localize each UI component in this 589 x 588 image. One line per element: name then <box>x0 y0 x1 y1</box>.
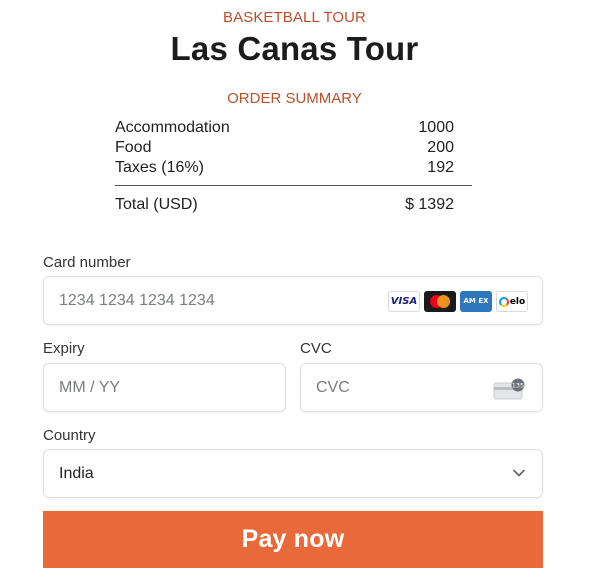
card-number-input[interactable]: 1234 1234 1234 1234 VISA AM EX elo <box>43 276 543 325</box>
pay-now-button[interactable]: Pay now <box>43 511 543 568</box>
expiry-label: Expiry <box>43 340 85 357</box>
cvc-icon-text: 135 <box>512 382 524 390</box>
elo-icon: elo <box>496 291 528 312</box>
expiry-placeholder: MM / YY <box>59 378 121 396</box>
order-summary-heading: ORDER SUMMARY <box>227 90 362 107</box>
mastercard-icon <box>424 291 456 312</box>
card-brands: VISA AM EX elo <box>388 291 528 312</box>
tour-category: BASKETBALL TOUR <box>223 9 366 26</box>
total-label: Total (USD) <box>115 196 198 213</box>
card-number-placeholder: 1234 1234 1234 1234 <box>59 291 215 309</box>
line-item-food: Food 200 <box>115 138 470 158</box>
total-amount: $ 1392 <box>405 196 454 213</box>
cvc-label: CVC <box>300 340 332 357</box>
line-item-label: Food <box>115 139 152 156</box>
line-item-accommodation: Accommodation 1000 <box>115 118 470 138</box>
line-item-taxes: Taxes (16%) 192 <box>115 158 470 178</box>
country-label: Country <box>43 427 96 444</box>
amex-icon: AM EX <box>460 291 492 312</box>
line-item-label: Accommodation <box>115 119 230 136</box>
elo-text: elo <box>509 296 526 307</box>
cvc-placeholder: CVC <box>316 378 350 396</box>
line-item-amount: 200 <box>427 139 454 156</box>
line-item-amount: 1000 <box>418 119 454 136</box>
page-title: Las Canas Tour <box>170 30 419 67</box>
order-summary: Accommodation 1000 Food 200 Taxes (16%) … <box>115 118 472 216</box>
country-value: India <box>59 464 94 482</box>
card-cvc-icon: 135 <box>493 378 525 400</box>
line-item-label: Taxes (16%) <box>115 159 204 176</box>
expiry-input[interactable]: MM / YY <box>43 363 286 412</box>
cvc-input[interactable]: CVC 135 <box>300 363 543 412</box>
summary-divider <box>115 185 472 186</box>
country-select[interactable]: India <box>43 449 543 498</box>
card-number-label: Card number <box>43 254 131 271</box>
line-item-amount: 192 <box>427 159 454 176</box>
visa-icon: VISA <box>388 291 420 312</box>
total-row: Total (USD) $ 1392 <box>115 194 470 216</box>
chevron-down-icon <box>513 469 525 477</box>
